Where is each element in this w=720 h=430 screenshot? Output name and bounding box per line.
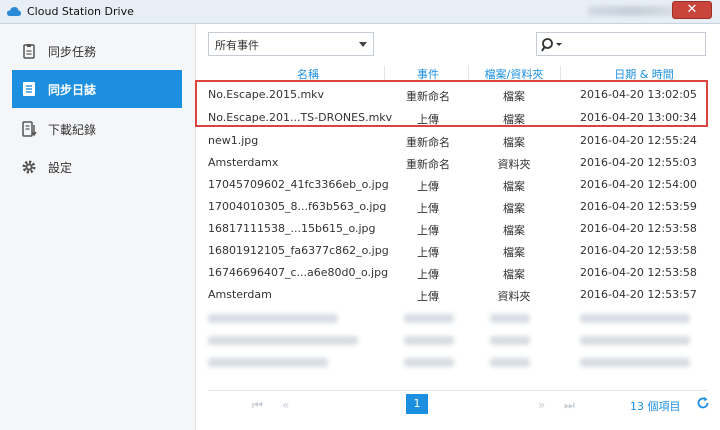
chevron-down-icon (359, 42, 367, 47)
item-type: 資料夾 (497, 290, 531, 303)
file-name: 17045709602_41fc3366eb_o.jpg (208, 178, 389, 191)
table-row[interactable]: Amsterdam 上傳 資料夾 2016-04-20 12:53:57 (208, 284, 708, 306)
item-count: 13 個項目 (630, 400, 681, 413)
blurred-table-row (208, 352, 708, 374)
sidebar-item-label: 同步日誌 (48, 82, 97, 97)
file-name: 16817111538_...15b615_o.jpg (208, 222, 376, 235)
table-row[interactable]: 16817111538_...15b615_o.jpg 上傳 檔案 2016-0… (208, 218, 708, 240)
sidebar: 同步任務 同步日誌 下載紀錄 設定 (0, 24, 196, 430)
file-name: 17004010305_8...f63b563_o.jpg (208, 200, 387, 213)
date-time: 2016-04-20 12:53:58 (580, 244, 697, 257)
event-type: 上傳 (417, 246, 439, 259)
search-input[interactable] (536, 32, 706, 56)
sidebar-item-download-log[interactable]: 下載紀錄 (12, 110, 182, 148)
download-log-icon (20, 120, 38, 138)
title-bar: Cloud Station Drive ✕ (0, 0, 720, 24)
item-type: 檔案 (503, 268, 525, 281)
clipboard-icon (20, 42, 38, 60)
column-divider (384, 66, 385, 80)
current-page-button[interactable]: 1 (406, 394, 428, 414)
sidebar-item-label: 下載紀錄 (48, 122, 97, 137)
file-name: Amsterdam (208, 288, 272, 301)
date-time: 2016-04-20 12:53:57 (580, 288, 697, 301)
blurred-table-row (208, 308, 708, 330)
date-time: 2016-04-20 12:54:00 (580, 178, 697, 191)
table-row[interactable]: 16801912105_fa6377c862_o.jpg 上傳 檔案 2016-… (208, 240, 708, 262)
cloud-station-logo-icon (7, 7, 21, 16)
highlight-box (195, 80, 708, 127)
item-type: 檔案 (503, 136, 525, 149)
sidebar-item-settings[interactable]: 設定 (12, 148, 182, 186)
event-type: 重新命名 (406, 136, 450, 149)
item-type: 檔案 (503, 224, 525, 237)
table-row[interactable]: new1.jpg 重新命名 檔案 2016-04-20 12:55:24 (208, 130, 708, 152)
sidebar-item-sync-log[interactable]: 同步日誌 (12, 70, 182, 108)
date-time: 2016-04-20 12:53:58 (580, 266, 697, 279)
item-type: 檔案 (503, 246, 525, 259)
table-row[interactable]: Amsterdamx 重新命名 資料夾 2016-04-20 12:55:03 (208, 152, 708, 174)
blurred-table-row (208, 330, 708, 352)
file-name: 16746696407_c...a6e80d0_o.jpg (208, 266, 389, 279)
item-type: 檔案 (503, 202, 525, 215)
gear-icon (20, 158, 38, 176)
blurred-title-text (588, 6, 678, 16)
event-type: 上傳 (417, 290, 439, 303)
event-type: 上傳 (417, 180, 439, 193)
date-time: 2016-04-20 12:53:58 (580, 222, 697, 235)
column-divider (468, 66, 469, 80)
previous-page-button[interactable]: « (282, 398, 289, 412)
close-button[interactable]: ✕ (672, 1, 712, 19)
date-time: 2016-04-20 12:53:59 (580, 200, 697, 213)
file-name: Amsterdamx (208, 156, 279, 169)
next-page-button[interactable]: » (538, 398, 545, 412)
date-time: 2016-04-20 12:55:24 (580, 134, 697, 147)
event-type: 上傳 (417, 224, 439, 237)
sidebar-item-label: 同步任務 (48, 44, 97, 59)
item-type: 資料夾 (497, 158, 531, 171)
window-title: Cloud Station Drive (27, 5, 134, 18)
pagination-bar: ⏮ « 1 » ⏭ 13 個項目 (208, 390, 710, 414)
table-row[interactable]: 16746696407_c...a6e80d0_o.jpg 上傳 檔案 2016… (208, 262, 708, 284)
event-type: 重新命名 (406, 158, 450, 171)
item-type: 檔案 (503, 180, 525, 193)
event-filter-value: 所有事件 (215, 39, 259, 52)
event-type: 上傳 (417, 268, 439, 281)
sidebar-item-label: 設定 (48, 160, 73, 175)
event-filter-select[interactable]: 所有事件 (208, 32, 374, 56)
log-icon (20, 80, 38, 98)
file-name: new1.jpg (208, 134, 259, 147)
table-row[interactable]: 17004010305_8...f63b563_o.jpg 上傳 檔案 2016… (208, 196, 708, 218)
date-time: 2016-04-20 12:55:03 (580, 156, 697, 169)
last-page-button[interactable]: ⏭ (564, 398, 575, 413)
refresh-icon[interactable] (696, 396, 710, 410)
first-page-button[interactable]: ⏮ (252, 398, 263, 413)
file-name: 16801912105_fa6377c862_o.jpg (208, 244, 389, 257)
column-divider (560, 66, 561, 80)
search-icon (541, 38, 562, 52)
event-type: 上傳 (417, 202, 439, 215)
sidebar-item-sync-tasks[interactable]: 同步任務 (12, 32, 182, 70)
table-row[interactable]: 17045709602_41fc3366eb_o.jpg 上傳 檔案 2016-… (208, 174, 708, 196)
